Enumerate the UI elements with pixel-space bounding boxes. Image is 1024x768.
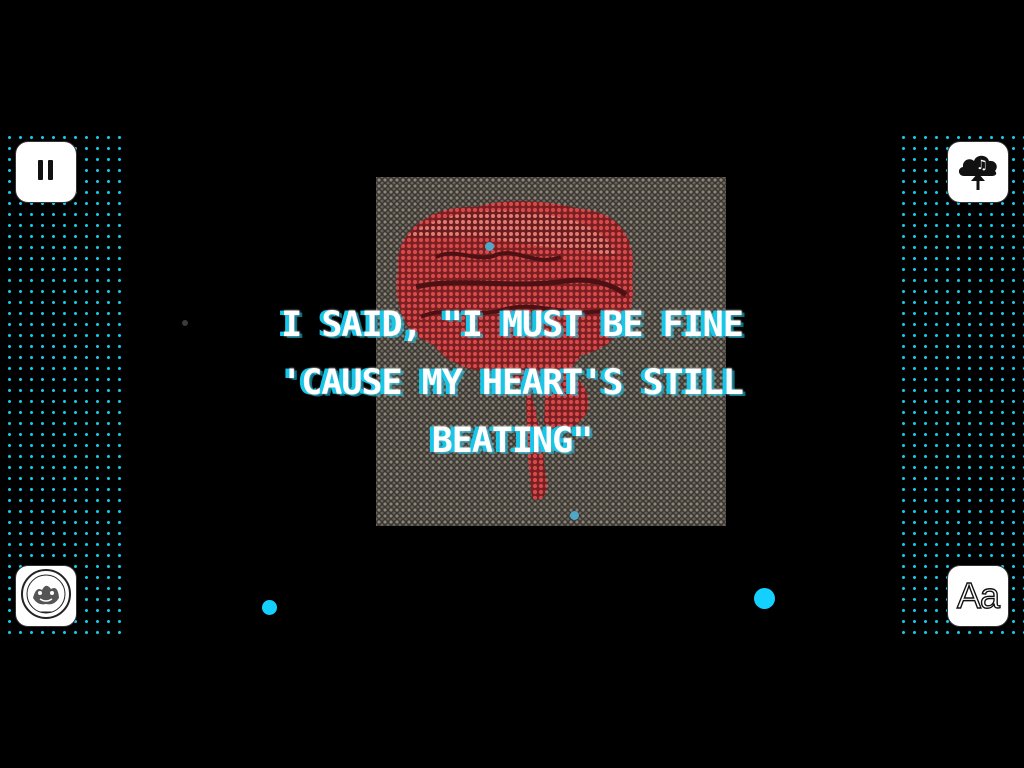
lyric-line-3: beating" <box>431 421 594 461</box>
upload-music-button[interactable]: ♫ <box>948 142 1008 202</box>
font-button[interactable]: Aa <box>948 566 1008 626</box>
lyric-line-1: I said, "I must be fine <box>281 305 744 345</box>
svg-text:♫: ♫ <box>976 158 988 173</box>
pause-icon <box>36 159 56 185</box>
game-screen: ♫ Aa I SAID, "I MUST BE FINE 'CAUSE MY H… <box>0 0 1024 768</box>
beat-dot <box>570 511 579 520</box>
sticker-button[interactable] <box>16 566 76 626</box>
left-dot-panel <box>0 128 128 638</box>
lyric-line-2: 'Cause my heart's still <box>281 363 744 403</box>
beat-dot[interactable] <box>262 600 277 615</box>
beat-dot <box>182 320 188 326</box>
cloud-music-upload-icon: ♫ <box>955 148 1001 196</box>
lyrics-display: I said, "I must be fine 'Cause my heart'… <box>150 296 874 470</box>
pause-button[interactable] <box>16 142 76 202</box>
font-label: Aa <box>956 574 1000 616</box>
right-dot-panel <box>896 128 1024 638</box>
beat-dot <box>485 242 494 251</box>
beat-dot[interactable] <box>754 588 775 609</box>
sticker-seal-icon <box>20 568 72 624</box>
